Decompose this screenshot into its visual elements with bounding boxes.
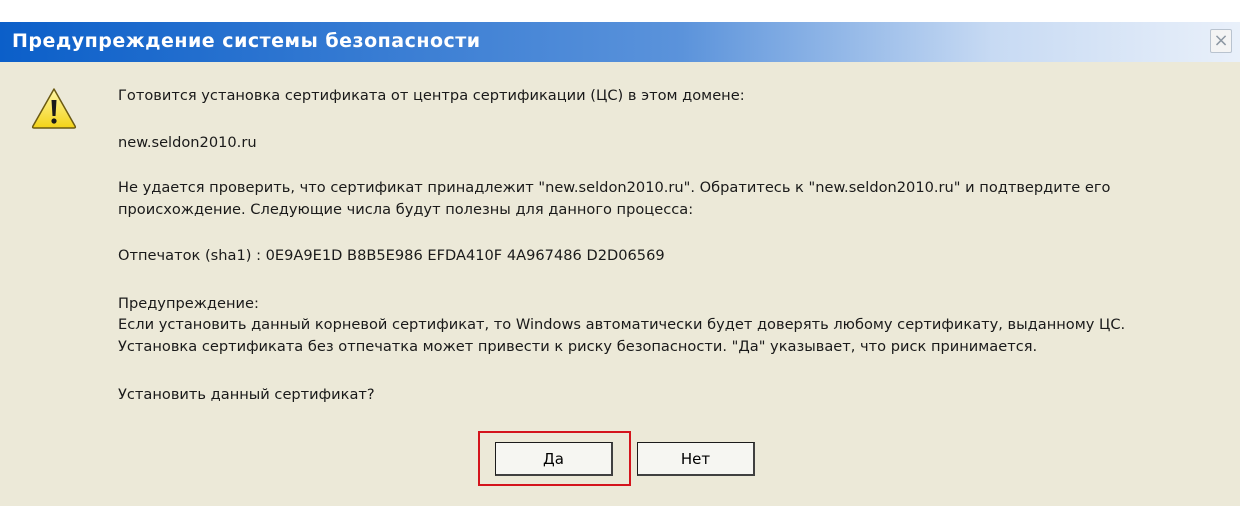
no-button[interactable]: Нет: [637, 442, 755, 476]
title-bar[interactable]: Предупреждение системы безопасности ×: [0, 22, 1240, 62]
warning-icon: [31, 88, 77, 129]
install-question: Установить данный сертификат?: [118, 386, 375, 403]
warning-line-2: Установка сертификата без отпечатка може…: [118, 338, 1038, 355]
thumbprint: Отпечаток (sha1) : 0E9A9E1D B8B5E986 EFD…: [118, 247, 665, 264]
verify-notice-line-2: происхождение. Следующие числа будут пол…: [118, 201, 694, 218]
verify-notice-line-1: Не удается проверить, что сертификат при…: [118, 179, 1111, 196]
window-title: Предупреждение системы безопасности: [12, 30, 481, 52]
close-button[interactable]: ×: [1210, 29, 1232, 53]
yes-button[interactable]: Да: [495, 442, 613, 476]
install-notice: Готовится установка сертификата от центр…: [118, 87, 745, 104]
security-warning-dialog: Предупреждение системы безопасности × Го…: [0, 22, 1240, 506]
warning-heading: Предупреждение:: [118, 295, 259, 312]
domain-name: new.seldon2010.ru: [118, 134, 257, 151]
warning-line-1: Если установить данный корневой сертифик…: [118, 316, 1126, 333]
close-icon: ×: [1213, 30, 1229, 51]
